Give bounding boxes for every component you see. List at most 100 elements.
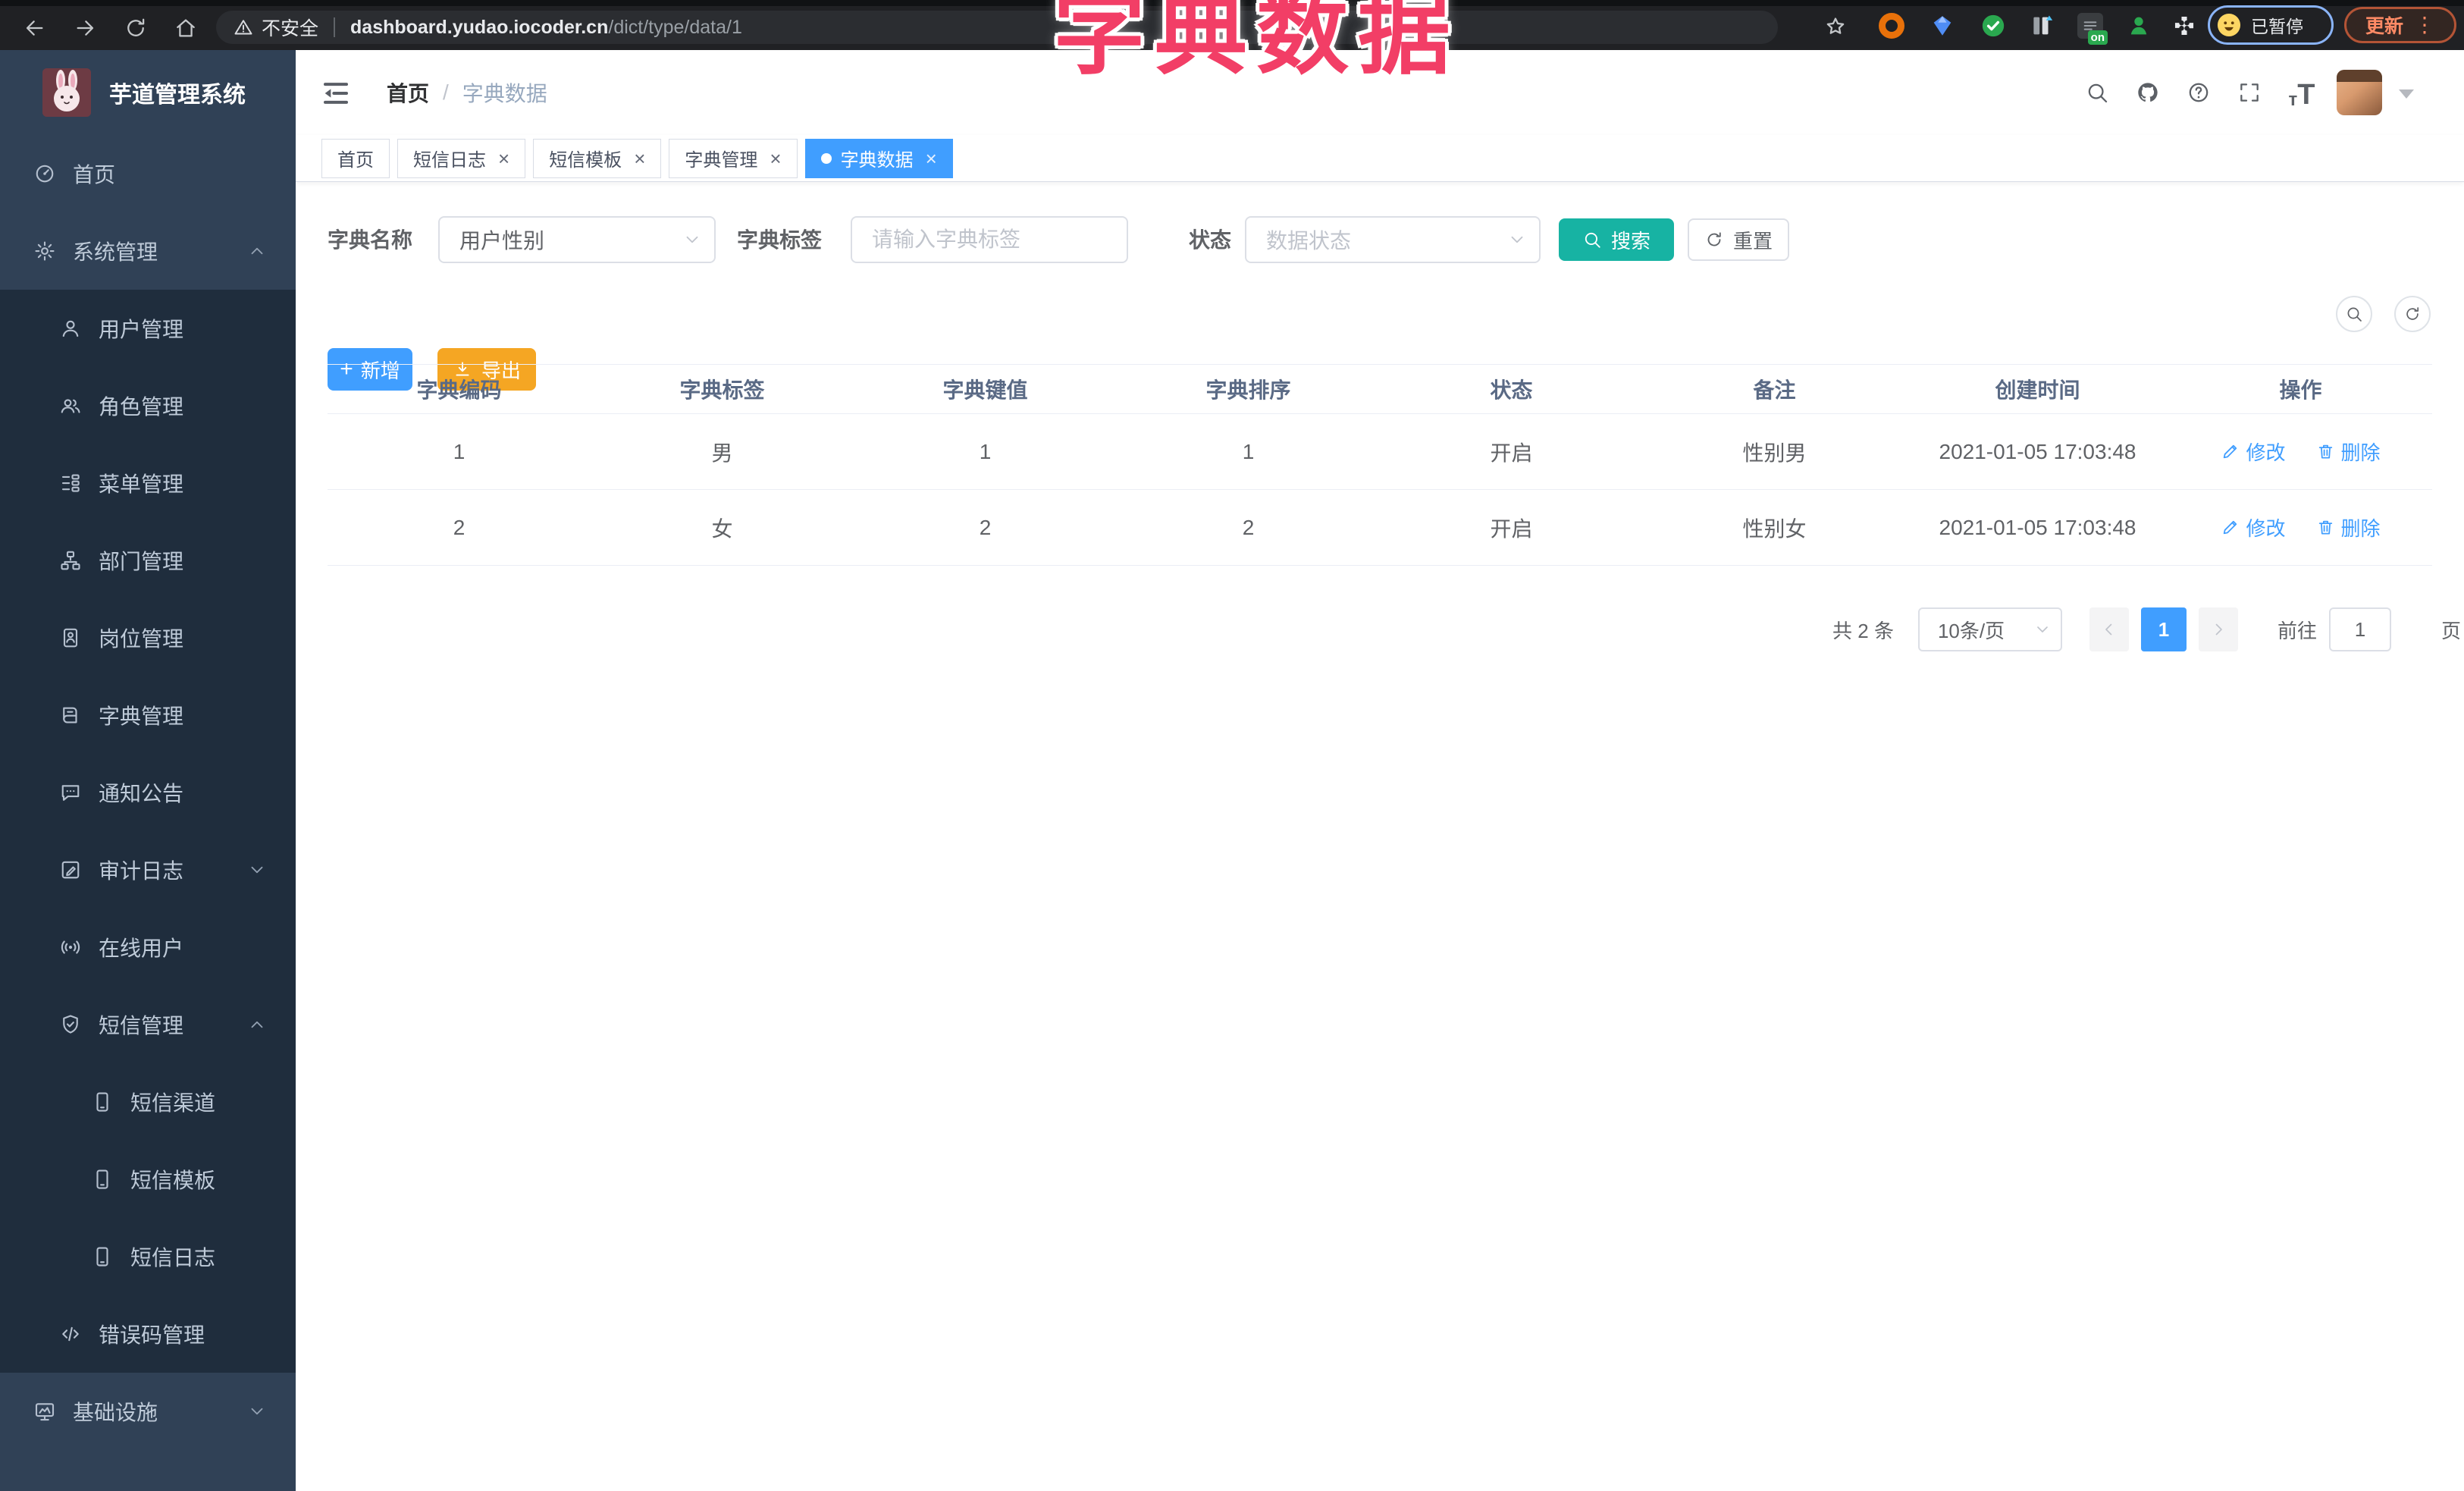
sidebar-item-sms-log[interactable]: 短信日志 <box>0 1218 296 1295</box>
delete-link[interactable]: 删除 <box>2316 513 2381 541</box>
chevron-up-icon <box>247 241 267 261</box>
delete-link[interactable]: 删除 <box>2316 438 2381 466</box>
tab-dict-data[interactable]: 字典数据 × <box>804 138 953 178</box>
tab-label: 字典数据 <box>840 150 914 171</box>
reload-icon[interactable] <box>124 16 148 40</box>
cell-actions: 修改 删除 <box>2169 438 2432 466</box>
sidebar-logo-row[interactable]: 芋道管理系统 <box>0 50 296 135</box>
page-number-button[interactable]: 1 <box>2140 607 2187 651</box>
sidebar-item-online-users[interactable]: 在线用户 <box>0 909 296 986</box>
sidebar-item-dict-mgmt[interactable]: 字典管理 <box>0 676 296 754</box>
users-icon <box>59 394 82 417</box>
sidebar-item-system[interactable]: 系统管理 <box>0 212 296 290</box>
extension-columns-icon[interactable] <box>2029 13 2055 39</box>
sidebar-item-error-code[interactable]: 错误码管理 <box>0 1295 296 1373</box>
monitor-icon <box>33 1400 56 1423</box>
sidebar-item-home[interactable]: 首页 <box>0 135 296 212</box>
close-icon[interactable]: × <box>926 149 937 168</box>
sidebar: 芋道管理系统 首页 系统管理用户管理角色管理菜单管理 部门管理 岗位管理 字典管理通知公… <box>0 50 296 1491</box>
user-avatar[interactable] <box>2337 70 2382 115</box>
dict-tag-input[interactable] <box>852 218 1127 262</box>
close-icon[interactable]: × <box>770 149 781 168</box>
sidebar-menu: 首页 系统管理用户管理角色管理菜单管理 部门管理 岗位管理 字典管理通知公告审计日志在线… <box>0 135 296 1450</box>
sidebar-item-sms-template[interactable]: 短信模板 <box>0 1141 296 1218</box>
delete-link-label: 删除 <box>2340 517 2381 540</box>
sidebar-item-infra[interactable]: 基础设施 <box>0 1373 296 1450</box>
extension-gem-icon[interactable] <box>1930 13 1955 39</box>
sidebar-item-menu-mgmt[interactable]: 菜单管理 <box>0 444 296 522</box>
url-bar[interactable]: 不安全 dashboard.yudao.iocoder.cn /dict/typ… <box>216 11 1778 44</box>
cell-code: 1 <box>453 439 466 463</box>
dict-name-select[interactable]: 用户性别 <box>438 216 716 263</box>
chevron-down-icon <box>247 1402 267 1421</box>
close-icon[interactable]: × <box>634 149 645 168</box>
tab-dict-type[interactable]: 字典管理 × <box>669 138 798 178</box>
sidebar-item-role-mgmt[interactable]: 角色管理 <box>0 367 296 444</box>
tab-label: 首页 <box>337 150 374 171</box>
tab-home[interactable]: 首页 <box>321 138 390 178</box>
chat-icon <box>59 781 82 804</box>
tab-label: 短信日志 <box>413 150 486 171</box>
table-header-row: 字典编码 字典标签 字典键值 字典排序 状态 备注 创建时间 操作 <box>328 364 2432 414</box>
sidebar-item-notice[interactable]: 通知公告 <box>0 754 296 831</box>
home-icon[interactable] <box>174 16 198 40</box>
browser-profile-chip[interactable]: 已暂停 <box>2208 5 2334 45</box>
sidebar-item-dept-mgmt[interactable]: 部门管理 <box>0 522 296 599</box>
close-icon[interactable]: × <box>498 149 509 168</box>
kebab-menu-icon[interactable]: ⋮ <box>2414 14 2435 36</box>
reset-button[interactable]: 重置 <box>1688 218 1789 261</box>
help-icon[interactable] <box>2187 80 2211 105</box>
bookmark-star-icon[interactable] <box>1823 14 1848 39</box>
user-icon <box>59 317 82 340</box>
breadcrumb: 首页 / 字典数据 <box>387 50 547 135</box>
next-page-button[interactable] <box>2198 607 2238 651</box>
chevron-down-icon <box>1507 230 1527 250</box>
browser-update-button[interactable]: 更新 ⋮ <box>2344 7 2456 43</box>
back-icon[interactable] <box>23 16 47 40</box>
tab-sms-template[interactable]: 短信模板 × <box>533 138 662 178</box>
security-label[interactable]: 不安全 <box>262 14 318 41</box>
cell-label: 男 <box>711 441 733 465</box>
extension-orange-icon[interactable] <box>1879 13 1904 39</box>
dict-tag-field-wrap <box>851 216 1128 263</box>
org-icon <box>59 549 82 572</box>
font-size-icon[interactable]: тT <box>2279 79 2324 109</box>
avatar-caret-down-icon[interactable] <box>2399 89 2414 99</box>
breadcrumb-home[interactable]: 首页 <box>387 77 429 108</box>
page-size-select[interactable]: 10条/页 <box>1917 607 2062 651</box>
sidebar-item-label: 角色管理 <box>99 395 184 419</box>
refresh-table-button[interactable] <box>2394 296 2431 332</box>
status-select[interactable]: 数据状态 <box>1245 216 1541 263</box>
sidebar-item-label: 错误码管理 <box>99 1323 205 1347</box>
extension-check-icon[interactable] <box>1980 13 2006 39</box>
header-search-icon[interactable] <box>2085 80 2109 105</box>
sidebar-item-audit-log[interactable]: 审计日志 <box>0 831 296 909</box>
edit-icon <box>2221 442 2240 461</box>
sidebar-item-user-mgmt[interactable]: 用户管理 <box>0 290 296 367</box>
sidebar-item-label: 通知公告 <box>99 782 184 805</box>
search-button[interactable]: 搜索 <box>1559 218 1674 261</box>
edit-link[interactable]: 修改 <box>2221 438 2286 466</box>
prev-page-button[interactable] <box>2089 607 2129 651</box>
sidebar-item-label: 用户管理 <box>99 318 184 341</box>
cell-created: 2021-01-05 17:03:48 <box>1939 515 2136 539</box>
edit-link[interactable]: 修改 <box>2221 513 2286 541</box>
extension-switch-icon[interactable]: on <box>2077 13 2108 45</box>
sidebar-item-post-mgmt[interactable]: 岗位管理 <box>0 599 296 676</box>
warning-icon <box>233 17 254 38</box>
sidebar-item-label: 在线用户 <box>99 937 184 960</box>
dict-data-table: 字典编码 字典标签 字典键值 字典排序 状态 备注 创建时间 操作 1 男 1 1 开启 性别男 2021… <box>328 364 2432 566</box>
github-icon[interactable] <box>2136 80 2160 105</box>
sidebar-item-sms-channel[interactable]: 短信渠道 <box>0 1063 296 1141</box>
fullscreen-icon[interactable] <box>2237 80 2262 105</box>
tab-sms-log[interactable]: 短信日志 × <box>397 138 526 178</box>
extensions-puzzle-icon[interactable] <box>2171 13 2197 39</box>
reset-button-label: 重置 <box>1732 229 1773 253</box>
sidebar-item-sms-mgmt[interactable]: 短信管理 <box>0 986 296 1063</box>
forward-icon[interactable] <box>73 16 97 40</box>
goto-page-input[interactable] <box>2328 607 2391 651</box>
sidebar-collapse-icon[interactable] <box>320 77 352 109</box>
extension-person-icon[interactable] <box>2126 13 2152 39</box>
chevron-down-icon <box>2033 620 2052 639</box>
toggle-search-button[interactable] <box>2336 296 2372 332</box>
